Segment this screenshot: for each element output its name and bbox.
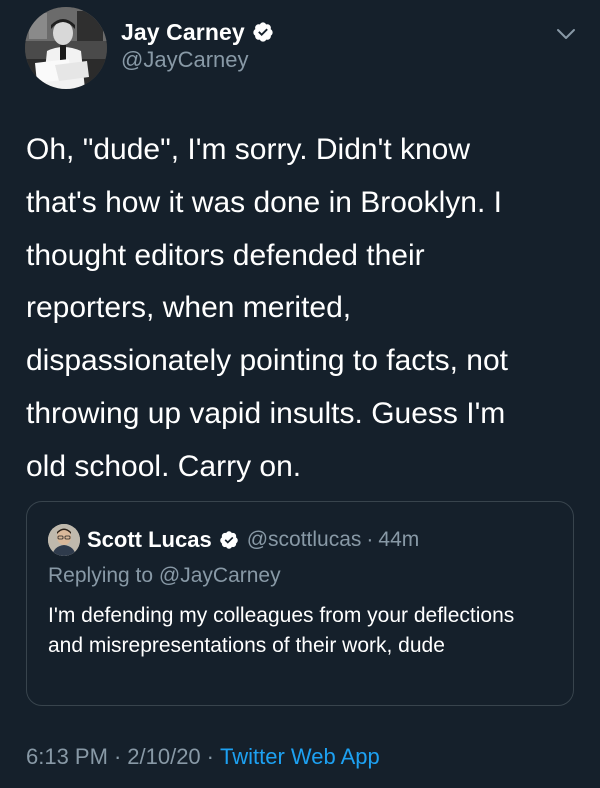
quoted-timestamp[interactable]: 44m	[378, 528, 419, 552]
tweet-text: Oh, "dude", I'm sorry. Didn't know that'…	[26, 133, 508, 483]
separator-dot: ·	[206, 744, 214, 769]
tweet-source-link[interactable]: Twitter Web App	[220, 744, 380, 770]
author-name[interactable]: Jay Carney	[121, 19, 245, 46]
replying-to-prefix: Replying to	[48, 564, 159, 587]
separator-dot: ·	[366, 528, 374, 551]
quoted-tweet-card[interactable]: Scott Lucas @scottlucas · 44m Replying t…	[26, 501, 574, 706]
tweet-time[interactable]: 6:13 PM	[26, 744, 108, 770]
chevron-down-icon[interactable]	[553, 24, 579, 44]
author-name-row[interactable]: Jay Carney	[121, 17, 274, 47]
quoted-author-name[interactable]: Scott Lucas	[87, 527, 212, 553]
quoted-header: Scott Lucas @scottlucas · 44m	[87, 525, 419, 555]
verified-badge-icon	[219, 531, 238, 549]
quoted-author-handle[interactable]: @scottlucas	[247, 528, 362, 552]
replying-to-mention[interactable]: @JayCarney	[159, 564, 281, 587]
verified-badge-icon	[253, 22, 273, 42]
author-handle[interactable]: @JayCarney	[121, 47, 249, 73]
separator-dot: ·	[113, 744, 122, 769]
quoted-author-avatar[interactable]	[48, 524, 80, 556]
author-avatar[interactable]	[25, 7, 107, 89]
tweet[interactable]: Jay Carney @JayCarney Oh, "dude", I'm so…	[0, 0, 600, 788]
tweet-footer: 6:13 PM · 2/10/20 · Twitter Web App	[26, 744, 380, 770]
tweet-date[interactable]: 2/10/20	[127, 744, 200, 770]
replying-to: Replying to @JayCarney	[48, 564, 281, 588]
quoted-tweet-text: I'm defending my colleagues from your de…	[48, 604, 515, 657]
